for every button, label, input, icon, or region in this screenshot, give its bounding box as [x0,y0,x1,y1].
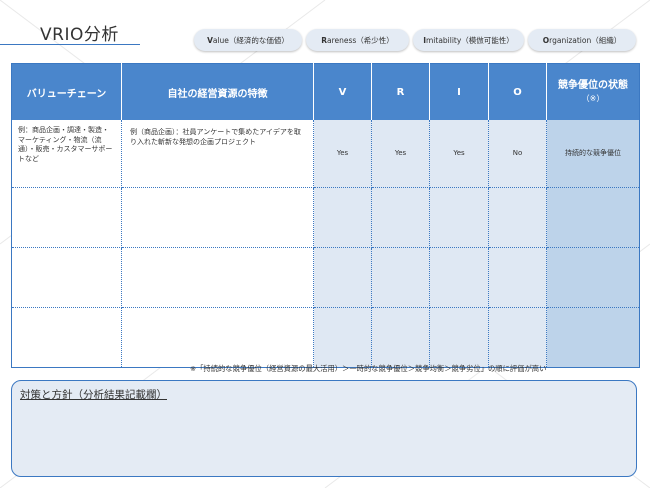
cell-chain[interactable] [11,247,122,308]
evaluation-footnote: ※「持続的な競争優位（経営資源の最大活用）＞一時的な競争優位＞競争均衡＞競争劣位… [190,364,547,373]
pill-value-text: alue（経済的な価値） [212,35,289,45]
header-r: R [371,63,430,120]
cell-i[interactable] [429,247,489,308]
header-advantage: 競争優位の状態 （※） [546,63,640,120]
cell-advantage-example[interactable]: 持続的な競争優位 [546,120,640,188]
policy-panel[interactable]: 対策と方針（分析結果記載欄） [11,380,637,477]
cell-r[interactable] [371,307,430,368]
pill-rareness: Rareness（希少性） [306,29,409,51]
cell-features[interactable] [121,307,314,368]
header-v: V [313,63,372,120]
page-title: VRIO分析 [40,25,119,45]
header-advantage-note: （※） [581,94,605,103]
cell-o[interactable] [488,187,547,248]
cell-advantage[interactable] [546,247,640,308]
cell-features-example[interactable]: 例（商品企画）：社員アンケートで集めたアイデアを取り入れた斬新な発想の企画プロジ… [121,120,314,188]
policy-label: 対策と方針（分析結果記載欄） [20,389,167,401]
header-o: O [488,63,547,120]
pill-organization-text: rganization（組織） [549,35,622,45]
cell-features[interactable] [121,187,314,248]
cell-r[interactable] [371,187,430,248]
pill-imitability-text: mitability（模倣可能性） [425,35,514,45]
cell-v[interactable] [313,307,372,368]
table-header-row: バリューチェーン 自社の経営資源の特徴 V R I O 競争優位の状態 （※） [11,63,640,120]
cell-o[interactable] [488,307,547,368]
cell-i[interactable] [429,187,489,248]
pill-rareness-text: areness（希少性） [326,35,394,45]
cell-o[interactable] [488,247,547,308]
table-row [11,307,640,368]
header-advantage-label: 競争優位の状態 [558,80,628,91]
header-features: 自社の経営資源の特徴 [121,63,314,120]
pill-organization: Organization（組織） [528,29,636,51]
header-value-chain: バリューチェーン [11,63,122,120]
cell-v[interactable] [313,247,372,308]
cell-r[interactable] [371,247,430,308]
cell-v[interactable] [313,187,372,248]
table-row [11,187,640,248]
cell-advantage[interactable] [546,307,640,368]
cell-features[interactable] [121,247,314,308]
cell-i-example[interactable]: Yes [429,120,489,188]
cell-chain[interactable] [11,307,122,368]
cell-advantage[interactable] [546,187,640,248]
cell-i[interactable] [429,307,489,368]
header-i: I [429,63,489,120]
table-row-example: 例：商品企画・調達・製造・マーケティング・物流（流通）・販売・カスタマーサポート… [11,120,640,188]
cell-chain[interactable] [11,187,122,248]
cell-r-example[interactable]: Yes [371,120,430,188]
pill-imitability: Imitability（模倣可能性） [413,29,524,51]
cell-o-example[interactable]: No [488,120,547,188]
pill-value: Value（経済的な価値） [194,29,302,51]
table-row [11,247,640,308]
cell-v-example[interactable]: Yes [313,120,372,188]
vrio-table: バリューチェーン 自社の経営資源の特徴 V R I O 競争優位の状態 （※） … [11,63,640,368]
cell-chain-example[interactable]: 例：商品企画・調達・製造・マーケティング・物流（流通）・販売・カスタマーサポート… [11,120,122,188]
title-underline [0,44,140,45]
